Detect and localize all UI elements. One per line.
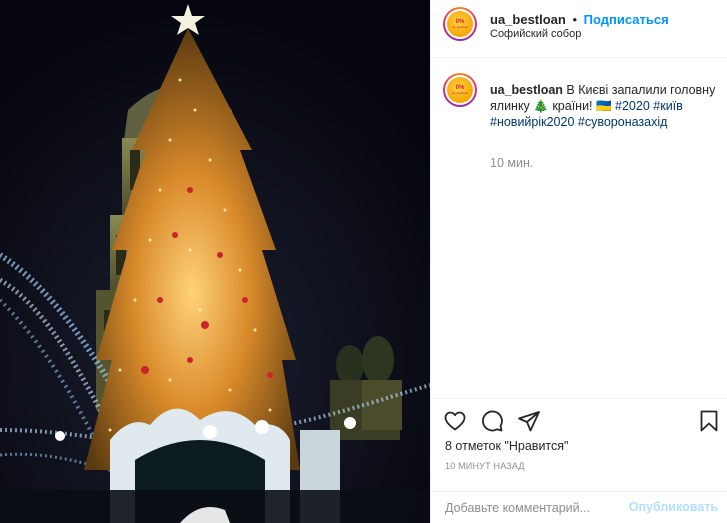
christmas-tree-photo (0, 0, 430, 523)
location-link[interactable]: Софийский собор (490, 28, 581, 40)
share-icon (518, 411, 540, 432)
comment-icon (482, 410, 503, 432)
share-button[interactable] (517, 409, 541, 433)
bestloan-logo: 0% ua_bestloan (447, 11, 473, 37)
post-header: 0% ua_bestloan ua_bestloan • Подписаться… (431, 0, 727, 58)
posted-time: 10 МИНУТ НАЗАД (445, 461, 525, 471)
follow-button[interactable]: Подписаться (584, 12, 669, 27)
hashtag-link[interactable]: #суворо­назахід (578, 115, 668, 129)
caption-text: ua_bestloan В Києві запалили головну яли… (490, 82, 716, 130)
post-photo[interactable] (0, 0, 430, 523)
save-button[interactable] (697, 409, 721, 433)
caption-avatar[interactable]: 0% ua_bestloan (443, 73, 477, 107)
post-sidebar: 0% ua_bestloan ua_bestloan • Подписаться… (430, 0, 727, 523)
hashtag-link[interactable]: #київ (653, 99, 683, 113)
small-domes (330, 336, 402, 440)
comment-form: Опубликовать (431, 491, 727, 522)
bestloan-logo: 0% ua_bestloan (447, 77, 473, 103)
actions-section: 8 отметок "Нравится" 10 МИНУТ НАЗАД Опуб… (431, 398, 727, 523)
likes-count[interactable]: 8 отметок "Нравится" (445, 439, 568, 453)
caption-username-link[interactable]: ua_bestloan (490, 83, 563, 97)
avatar[interactable]: 0% ua_bestloan (443, 7, 477, 41)
instagram-post: 0% ua_bestloan ua_bestloan • Подписаться… (0, 0, 727, 523)
like-button[interactable] (443, 409, 467, 433)
caption-time[interactable]: 10 мин. (490, 156, 533, 170)
comment-button[interactable] (480, 409, 504, 433)
separator-dot: • (572, 12, 578, 27)
hashtag-link[interactable]: #2020 (615, 99, 650, 113)
bookmark-icon (700, 410, 718, 432)
username-link[interactable]: ua_bestloan (490, 12, 566, 27)
comment-input[interactable] (445, 499, 635, 517)
header-user-line: ua_bestloan • Подписаться (490, 12, 669, 27)
heart-icon (444, 411, 466, 431)
publish-button[interactable]: Опубликовать (629, 500, 718, 514)
hashtag-link[interactable]: #новийрік2020 (490, 115, 574, 129)
